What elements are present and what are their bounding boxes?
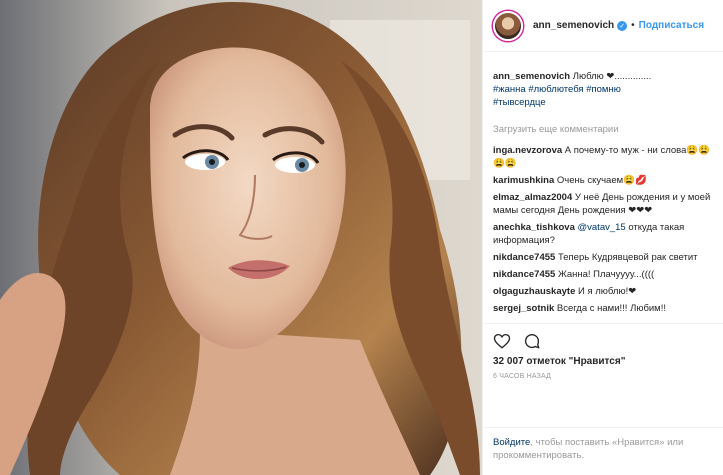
follow-button[interactable]: Подписаться [639, 20, 704, 31]
comment-item: nikdance7455 Жанна! Плачуууу...(((( [493, 268, 713, 281]
comment-item: elmaz_almaz2004 У неё День рождения и у … [493, 191, 713, 217]
comment-item: inga.nevzorova А почему-то муж - ни слов… [493, 144, 713, 170]
login-link[interactable]: Войдите [493, 437, 530, 448]
verified-icon: ✓ [617, 20, 628, 31]
comment-username[interactable]: nikdance7455 [493, 252, 555, 263]
comment-text: Очень скучаем😩💋 [554, 175, 647, 186]
comment-username[interactable]: sergej_sotnik [493, 303, 554, 314]
comment-item: sergej_sotnik Всегда с нами!!! Любим!! [493, 302, 713, 315]
comment-item: anechka_tishkova @vatav_15 откуда такая … [493, 221, 713, 247]
load-more-comments-link[interactable]: Загрузить еще комментарии [493, 123, 713, 136]
portrait-illustration [0, 0, 482, 475]
comment-username[interactable]: anechka_tishkova [493, 222, 575, 233]
comment-text: Всегда с нами!!! Любим!! [554, 303, 666, 314]
comment-item: karimushkina Очень скучаем😩💋 [493, 174, 713, 187]
comment-username[interactable]: nikdance7455 [493, 269, 555, 280]
post-caption: ann_semenovich Люблю ❤.............. #жа… [493, 70, 713, 109]
comment-text: И я люблю!❤ [575, 286, 637, 297]
hashtag-link[interactable]: #люблютебя [528, 84, 583, 95]
comment-item: nikdance7455 Теперь Кудрявцевой рак свет… [493, 251, 713, 264]
avatar[interactable] [493, 10, 523, 41]
hashtag-link[interactable]: #жанна [493, 84, 526, 95]
comment-username[interactable]: elmaz_almaz2004 [493, 192, 572, 203]
comments-list: ann_semenovich Люблю ❤.............. #жа… [483, 52, 723, 319]
post-sidebar: ann_semenovich ✓ • Подписаться ann_semen… [482, 0, 723, 475]
instagram-post: ann_semenovich ✓ • Подписаться ann_semen… [0, 0, 723, 475]
post-header: ann_semenovich ✓ • Подписаться [483, 0, 723, 52]
comment-username[interactable]: karimushkina [493, 175, 554, 186]
author-username[interactable]: ann_semenovich [533, 20, 614, 31]
login-prompt: Войдите, чтобы поставить «Нравится» или … [483, 427, 723, 475]
comment-item: olgaguzhauskayte И я люблю!❤ [493, 285, 713, 298]
caption-username[interactable]: ann_semenovich [493, 71, 570, 82]
comment-text: Теперь Кудрявцевой рак светит [555, 252, 698, 263]
separator-dot: • [631, 20, 635, 31]
caption-text: Люблю ❤.............. [570, 71, 652, 82]
comment-text: Жанна! Плачуууу...(((( [555, 269, 655, 280]
post-timestamp: 6 ЧАСОВ НАЗАД [493, 373, 552, 380]
post-actions [483, 323, 723, 350]
post-photo[interactable] [0, 0, 482, 475]
likes-count[interactable]: 32 007 отметок "Нравится" [483, 350, 723, 367]
comment-username[interactable]: olgaguzhauskayte [493, 286, 575, 297]
heart-icon[interactable] [493, 332, 511, 350]
mention-link[interactable]: @vatav_15 [578, 222, 626, 233]
comment-username[interactable]: inga.nevzorova [493, 145, 562, 156]
comment-icon[interactable] [523, 332, 541, 350]
hashtag-link[interactable]: #тывсердце [493, 97, 546, 108]
hashtag-link[interactable]: #помню [586, 84, 621, 95]
